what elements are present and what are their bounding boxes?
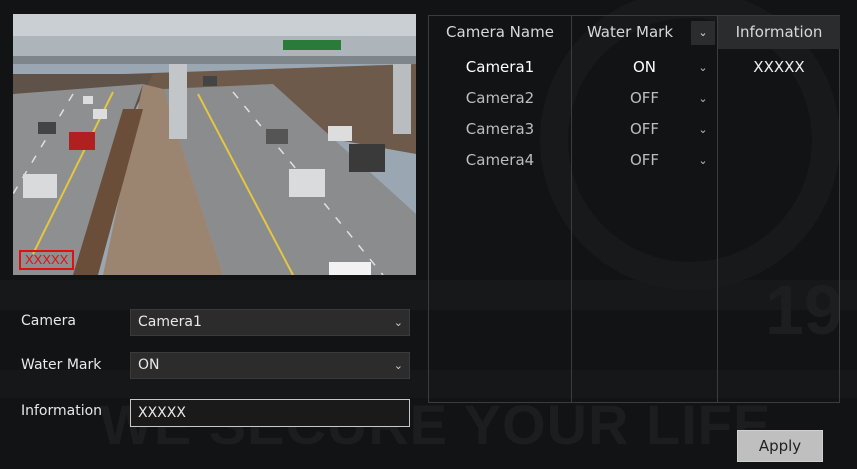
table-row[interactable]: Camera1 ON ⌄ XXXXX [429, 52, 841, 83]
cell-camera-name: Camera4 [465, 151, 535, 169]
information-label: Information [21, 403, 103, 419]
table-row[interactable]: Camera4 OFF ⌄ [429, 145, 841, 176]
chevron-down-icon[interactable]: ⌄ [693, 52, 713, 83]
chevron-down-icon[interactable]: ⌄ [693, 83, 713, 114]
cell-camera-name: Camera1 [465, 58, 535, 76]
chevron-down-icon: ⌄ [393, 359, 403, 372]
highway-scene-image [13, 14, 416, 275]
header-camera-name: Camera Name [446, 23, 554, 41]
cell-information: XXXXX [753, 58, 805, 76]
header-information: Information [718, 16, 840, 49]
camera-label: Camera [21, 313, 76, 329]
watermark-table: Camera Name Water Mark ⌄ Information Cam… [428, 15, 840, 403]
information-input[interactable]: XXXXX [130, 399, 410, 427]
table-row[interactable]: Camera3 OFF ⌄ [429, 114, 841, 145]
header-water-mark: Water Mark [586, 23, 674, 41]
camera-preview: XXXXX [13, 14, 416, 275]
apply-button[interactable]: Apply [737, 430, 823, 462]
camera-select-value: Camera1 [138, 314, 202, 330]
table-row[interactable]: Camera2 OFF ⌄ [429, 83, 841, 114]
preview-watermark-box: XXXXX [19, 250, 75, 270]
chevron-down-icon: ⌄ [393, 316, 403, 329]
chevron-down-icon[interactable]: ⌄ [693, 145, 713, 176]
cell-camera-name: Camera2 [465, 89, 535, 107]
camera-select[interactable]: Camera1 ⌄ [130, 309, 410, 336]
water-mark-label: Water Mark [21, 357, 102, 373]
chevron-down-icon[interactable]: ⌄ [691, 21, 715, 45]
cell-camera-name: Camera3 [465, 120, 535, 138]
water-mark-select-value: ON [138, 357, 160, 373]
information-input-value: XXXXX [138, 405, 186, 421]
water-mark-select[interactable]: ON ⌄ [130, 352, 410, 379]
chevron-down-icon[interactable]: ⌄ [693, 114, 713, 145]
